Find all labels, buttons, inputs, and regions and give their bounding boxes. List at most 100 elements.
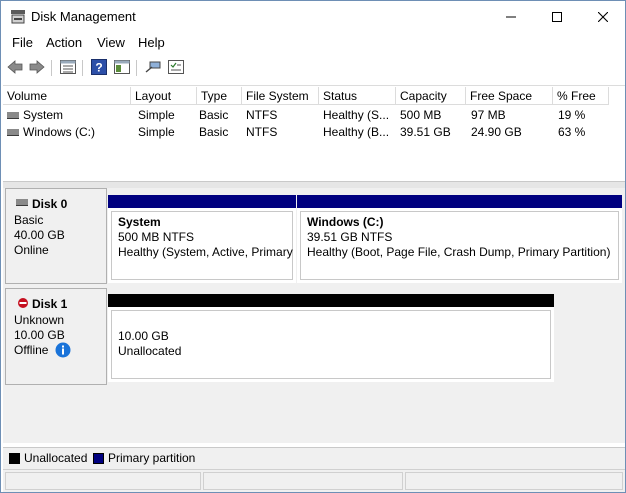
properties-button[interactable] [59, 58, 77, 76]
minimize-icon [506, 16, 516, 17]
disk-state: Offline [14, 343, 49, 357]
svg-text:?: ? [95, 61, 102, 75]
partition-type-bar [108, 294, 554, 307]
toolbar-separator [51, 60, 52, 76]
volume-icon [7, 129, 19, 136]
menu-file[interactable]: File [12, 35, 33, 50]
partition-type-bar [108, 195, 296, 208]
partition-size: 10.00 GB [118, 329, 169, 343]
volume-icon [7, 112, 19, 119]
partition-body: Windows (C:) 39.51 GB NTFS Healthy (Boot… [300, 211, 619, 280]
close-icon [598, 11, 608, 22]
status-pane [5, 472, 201, 490]
column-header-capacity[interactable]: Capacity [396, 87, 466, 105]
toolbar: ? [1, 56, 625, 81]
console-icon [114, 60, 130, 74]
disk-management-icon [11, 10, 25, 24]
volume-list: Volume Layout Type File System Status Ca… [3, 85, 625, 182]
cell-free-space: 97 MB [471, 108, 506, 122]
partition-type-bar [297, 195, 622, 208]
disk-size: 40.00 GB [14, 228, 65, 242]
disk-icon [16, 199, 28, 206]
info-icon[interactable] [55, 342, 71, 358]
cell-status: Healthy (S... [323, 108, 390, 122]
partition-status: Healthy (System, Active, Primary [118, 245, 293, 259]
disk-name: Disk 0 [32, 197, 68, 211]
column-header-type[interactable]: Type [197, 87, 242, 105]
legend-swatch-unallocated [9, 453, 20, 464]
disk-size: 10.00 GB [14, 328, 65, 342]
cell-type: Basic [199, 108, 229, 122]
partition-size: 39.51 GB NTFS [307, 230, 393, 244]
column-header-percent-free[interactable]: % Free [553, 87, 609, 105]
column-header-volume[interactable]: Volume [3, 87, 131, 105]
partition-windows-c[interactable]: Windows (C:) 39.51 GB NTFS Healthy (Boot… [297, 195, 622, 283]
cell-capacity: 39.51 GB [400, 125, 451, 139]
column-header-layout[interactable]: Layout [131, 87, 197, 105]
disk-offline-icon [18, 298, 28, 308]
table-row[interactable]: Windows (C:) Simple Basic NTFS Healthy (… [3, 124, 625, 140]
properties-icon [60, 60, 76, 74]
cell-volume: Windows (C:) [23, 125, 96, 139]
connect-button[interactable] [144, 58, 162, 76]
table-row[interactable]: System Simple Basic NTFS Healthy (S... 5… [3, 107, 625, 123]
partition-status: Unallocated [118, 344, 182, 358]
disk-type: Basic [14, 213, 44, 227]
status-bar [3, 469, 625, 492]
window-title: Disk Management [31, 9, 136, 24]
connect-icon [145, 61, 161, 73]
partition-status: Healthy (Boot, Page File, Crash Dump, Pr… [307, 245, 611, 259]
disk-name: Disk 1 [32, 297, 68, 311]
maximize-button[interactable] [534, 1, 580, 32]
back-button[interactable] [6, 58, 24, 76]
partition-size: 500 MB NTFS [118, 230, 195, 244]
disk-1-label[interactable]: Disk 1 Unknown 10.00 GB Offline [5, 288, 107, 385]
cell-percent-free: 19 % [558, 108, 586, 122]
cell-percent-free: 63 % [558, 125, 586, 139]
partition-unallocated[interactable]: 10.00 GB Unallocated [108, 294, 554, 382]
cell-type: Basic [199, 125, 229, 139]
legend: Unallocated Primary partition [3, 447, 625, 470]
forward-arrow-icon [29, 60, 45, 74]
partition-title: System [118, 215, 161, 229]
cell-status: Healthy (B... [323, 125, 390, 139]
partition-title: Windows (C:) [307, 215, 384, 229]
disk-management-window: Disk Management File Action View Help ? [0, 0, 626, 493]
partition-body: 10.00 GB Unallocated [111, 310, 551, 379]
menu-bar: File Action View Help [1, 33, 625, 53]
column-header-free-space[interactable]: Free Space [466, 87, 553, 105]
disk-0-label[interactable]: Disk 0 Basic 40.00 GB Online [5, 188, 107, 284]
partition-body: System 500 MB NTFS Healthy (System, Acti… [111, 211, 293, 280]
disk-map: Disk 0 Basic 40.00 GB Online System 500 … [3, 188, 625, 443]
legend-swatch-primary [93, 453, 104, 464]
minimize-button[interactable] [488, 1, 534, 32]
disk-type: Unknown [14, 313, 65, 327]
menu-action[interactable]: Action [46, 35, 82, 50]
menu-view[interactable]: View [97, 35, 125, 50]
cell-file-system: NTFS [246, 125, 278, 139]
disk-state: Online [14, 243, 49, 257]
status-pane [203, 472, 403, 490]
legend-label-unallocated: Unallocated [24, 451, 88, 465]
back-arrow-icon [7, 60, 23, 74]
cell-layout: Simple [138, 125, 175, 139]
title-bar: Disk Management [1, 1, 625, 33]
checklist-button[interactable] [167, 58, 185, 76]
column-header-status[interactable]: Status [319, 87, 396, 105]
maximize-icon [552, 11, 562, 22]
column-header-file-system[interactable]: File System [242, 87, 319, 105]
legend-label-primary: Primary partition [108, 451, 196, 465]
cell-free-space: 24.90 GB [471, 125, 522, 139]
close-button[interactable] [580, 1, 625, 32]
forward-button[interactable] [28, 58, 46, 76]
partition-system[interactable]: System 500 MB NTFS Healthy (System, Acti… [108, 195, 296, 283]
help-icon: ? [91, 59, 107, 75]
status-pane [405, 472, 623, 490]
cell-capacity: 500 MB [400, 108, 442, 122]
menu-help[interactable]: Help [138, 35, 165, 50]
toolbar-separator [82, 60, 83, 76]
help-button[interactable]: ? [90, 58, 108, 76]
cell-file-system: NTFS [246, 108, 278, 122]
checklist-icon [168, 60, 184, 74]
console-button[interactable] [113, 58, 131, 76]
